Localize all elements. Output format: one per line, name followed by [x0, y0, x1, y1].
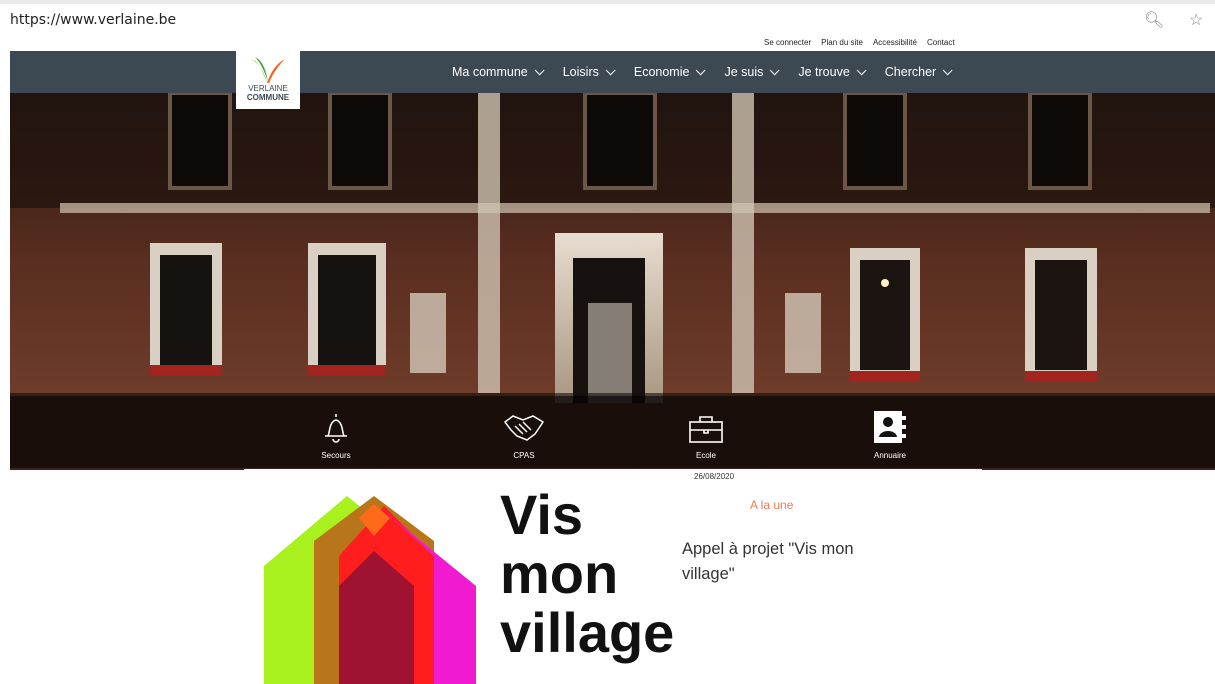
accessibility-link[interactable]: Accessibilité: [873, 38, 917, 47]
quick-link-annuaire[interactable]: Annuaire: [850, 404, 930, 460]
logo-text-line1: VERLAINE: [248, 84, 288, 93]
chevron-down-icon: [942, 64, 953, 75]
briefcase-icon: [666, 404, 746, 444]
login-link[interactable]: Se connecter: [764, 38, 811, 47]
article-image-text: Vis mon village: [500, 485, 674, 662]
chevron-down-icon: [696, 64, 707, 75]
main-nav: Ma commune Loisirs Economie Je suis Je t…: [452, 64, 953, 79]
nav-label: Chercher: [884, 65, 937, 79]
nav-economie[interactable]: Economie: [633, 64, 707, 79]
contact-book-icon: [850, 404, 930, 444]
chevron-down-icon: [770, 64, 780, 75]
divider: [244, 469, 982, 472]
chevron-down-icon: [534, 64, 545, 75]
nav-label: Je suis: [724, 65, 764, 79]
article-date: 26/08/2020: [694, 472, 735, 481]
quick-link-label: Ecole: [695, 451, 716, 460]
quick-link-cpas[interactable]: CPAS: [484, 404, 564, 460]
address-url[interactable]: https://www.verlaine.be: [10, 12, 176, 28]
image-word: Vis: [500, 483, 584, 546]
browser-address-bar: https://www.verlaine.be 🔍︎ ☆: [0, 0, 1215, 34]
image-word: mon: [500, 542, 619, 605]
article-category[interactable]: A la une: [750, 498, 793, 512]
chevron-down-icon: [605, 64, 616, 75]
nav-label: Ma commune: [452, 65, 528, 79]
nav-label: Loisirs: [562, 65, 599, 79]
web-page: Se connecter Plan du site Accessibilité …: [10, 34, 1215, 684]
vis-mon-village-logo[interactable]: [264, 496, 476, 684]
nav-chercher[interactable]: Chercher: [884, 64, 953, 79]
nav-ma-commune[interactable]: Ma commune: [452, 64, 545, 79]
star-icon[interactable]: ☆: [1189, 10, 1203, 30]
utility-bar: Se connecter Plan du site Accessibilité …: [10, 34, 1215, 51]
image-word: village: [500, 601, 675, 664]
nav-je-suis[interactable]: Je suis: [724, 64, 780, 79]
nav-je-trouve[interactable]: Je trouve: [798, 64, 867, 79]
quick-link-secours[interactable]: Secours: [296, 404, 376, 460]
quick-links-bar: Secours CPAS Ecole Annuaire: [10, 396, 1215, 468]
nav-loisirs[interactable]: Loisirs: [562, 64, 616, 79]
main-header: VERLAINE COMMUNE Ma commune Loisirs Econ…: [10, 51, 1215, 109]
chevron-down-icon: [856, 64, 867, 75]
quick-link-label: Secours: [321, 451, 351, 460]
logo-mark-icon: [251, 57, 285, 83]
sitemap-link[interactable]: Plan du site: [821, 38, 863, 47]
zoom-icon[interactable]: 🔍︎: [1144, 10, 1164, 30]
quick-link-ecole[interactable]: Ecole: [666, 404, 746, 460]
quick-link-label: CPAS: [513, 451, 535, 460]
logo-text-line2: COMMUNE: [246, 93, 290, 102]
contact-link[interactable]: Contact: [927, 38, 955, 47]
article-title-link[interactable]: Appel à projet "Vis mon village": [682, 537, 882, 587]
quick-link-label: Annuaire: [873, 451, 907, 460]
hero-banner: Secours CPAS Ecole Annuaire: [10, 93, 1215, 470]
site-logo[interactable]: VERLAINE COMMUNE: [236, 51, 300, 109]
handshake-icon: [484, 404, 564, 444]
bell-icon: [296, 404, 376, 444]
nav-label: Economie: [633, 65, 690, 79]
nav-label: Je trouve: [798, 65, 850, 79]
